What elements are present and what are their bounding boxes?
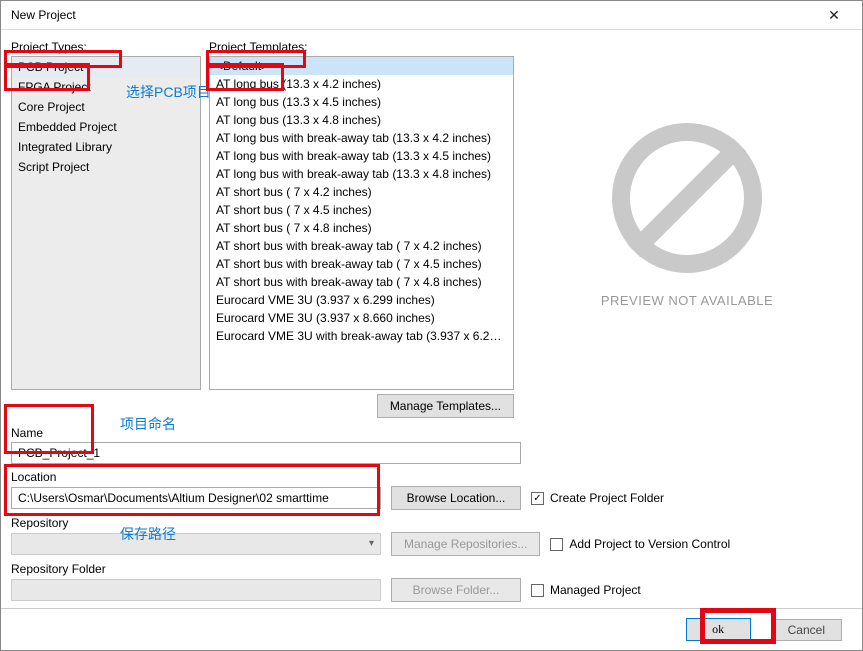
project-template-item[interactable]: Eurocard VME 3U with break-away tab (3.9… — [210, 327, 513, 345]
titlebar: New Project ✕ — [1, 1, 862, 30]
content-area: Project Types: PCB ProjectFPGA ProjectCo… — [1, 30, 862, 608]
project-type-item[interactable]: Embedded Project — [12, 117, 200, 137]
project-type-item[interactable]: Script Project — [12, 157, 200, 177]
checkbox-icon — [550, 538, 563, 551]
dialog-footer: ok Cancel — [1, 608, 862, 650]
create-folder-label: Create Project Folder — [550, 491, 664, 505]
project-template-item[interactable]: AT short bus with break-away tab ( 7 x 4… — [210, 237, 513, 255]
project-template-item[interactable]: AT long bus (13.3 x 4.8 inches) — [210, 111, 513, 129]
location-input[interactable] — [11, 487, 381, 509]
annot-text-project-name: 项目命名 — [120, 414, 176, 434]
project-type-item[interactable]: Integrated Library — [12, 137, 200, 157]
project-type-item[interactable]: PCB Project — [12, 57, 200, 77]
annot-text-select-pcb: 选择PCB项目 — [126, 82, 211, 102]
cancel-button[interactable]: Cancel — [771, 619, 842, 641]
preview-text: PREVIEW NOT AVAILABLE — [601, 293, 773, 308]
location-label: Location — [11, 470, 852, 486]
create-project-folder-checkbox[interactable]: ✓ Create Project Folder — [531, 491, 664, 505]
project-template-item[interactable]: AT short bus ( 7 x 4.8 inches) — [210, 219, 513, 237]
preview-panel: PREVIEW NOT AVAILABLE — [522, 40, 852, 390]
project-template-item[interactable]: AT long bus with break-away tab (13.3 x … — [210, 147, 513, 165]
window-title: New Project — [11, 8, 76, 22]
repository-select[interactable] — [11, 533, 381, 555]
project-template-item[interactable]: Eurocard VME 3U (3.937 x 8.660 inches) — [210, 309, 513, 327]
project-template-item[interactable]: <Default> — [210, 57, 513, 75]
checkbox-icon: ✓ — [531, 492, 544, 505]
checkbox-icon — [531, 584, 544, 597]
project-template-item[interactable]: AT short bus with break-away tab ( 7 x 4… — [210, 255, 513, 273]
manage-templates-button[interactable]: Manage Templates... — [377, 394, 514, 418]
managed-project-label: Managed Project — [550, 583, 641, 597]
project-template-item[interactable]: AT short bus ( 7 x 4.5 inches) — [210, 201, 513, 219]
close-icon[interactable]: ✕ — [814, 1, 854, 29]
repository-folder-input — [11, 579, 381, 601]
manage-repositories-button: Manage Repositories... — [391, 532, 540, 556]
project-types-label: Project Types: — [11, 40, 201, 56]
browse-folder-button: Browse Folder... — [391, 578, 521, 602]
repository-folder-label: Repository Folder — [11, 562, 852, 578]
add-version-control-checkbox[interactable]: Add Project to Version Control — [550, 537, 730, 551]
project-template-item[interactable]: AT long bus with break-away tab (13.3 x … — [210, 129, 513, 147]
no-preview-icon — [612, 123, 762, 273]
project-template-item[interactable]: AT short bus with break-away tab ( 7 x 4… — [210, 273, 513, 291]
project-template-item[interactable]: Eurocard VME 3U (3.937 x 6.299 inches) — [210, 291, 513, 309]
project-template-item[interactable]: AT long bus (13.3 x 4.2 inches) — [210, 75, 513, 93]
ok-button[interactable]: ok — [686, 618, 751, 641]
project-templates-label: Project Templates: — [209, 40, 514, 56]
project-types-list[interactable]: PCB ProjectFPGA ProjectCore ProjectEmbed… — [11, 56, 201, 390]
version-control-label: Add Project to Version Control — [569, 537, 730, 551]
project-template-item[interactable]: AT long bus (13.3 x 4.5 inches) — [210, 93, 513, 111]
project-templates-list[interactable]: <Default>AT long bus (13.3 x 4.2 inches)… — [209, 56, 514, 390]
name-input[interactable] — [11, 442, 521, 464]
browse-location-button[interactable]: Browse Location... — [391, 486, 521, 510]
annot-text-save-path: 保存路径 — [120, 524, 176, 544]
project-template-item[interactable]: AT long bus with break-away tab (13.3 x … — [210, 165, 513, 183]
managed-project-checkbox[interactable]: Managed Project — [531, 583, 641, 597]
project-template-item[interactable]: AT short bus ( 7 x 4.2 inches) — [210, 183, 513, 201]
